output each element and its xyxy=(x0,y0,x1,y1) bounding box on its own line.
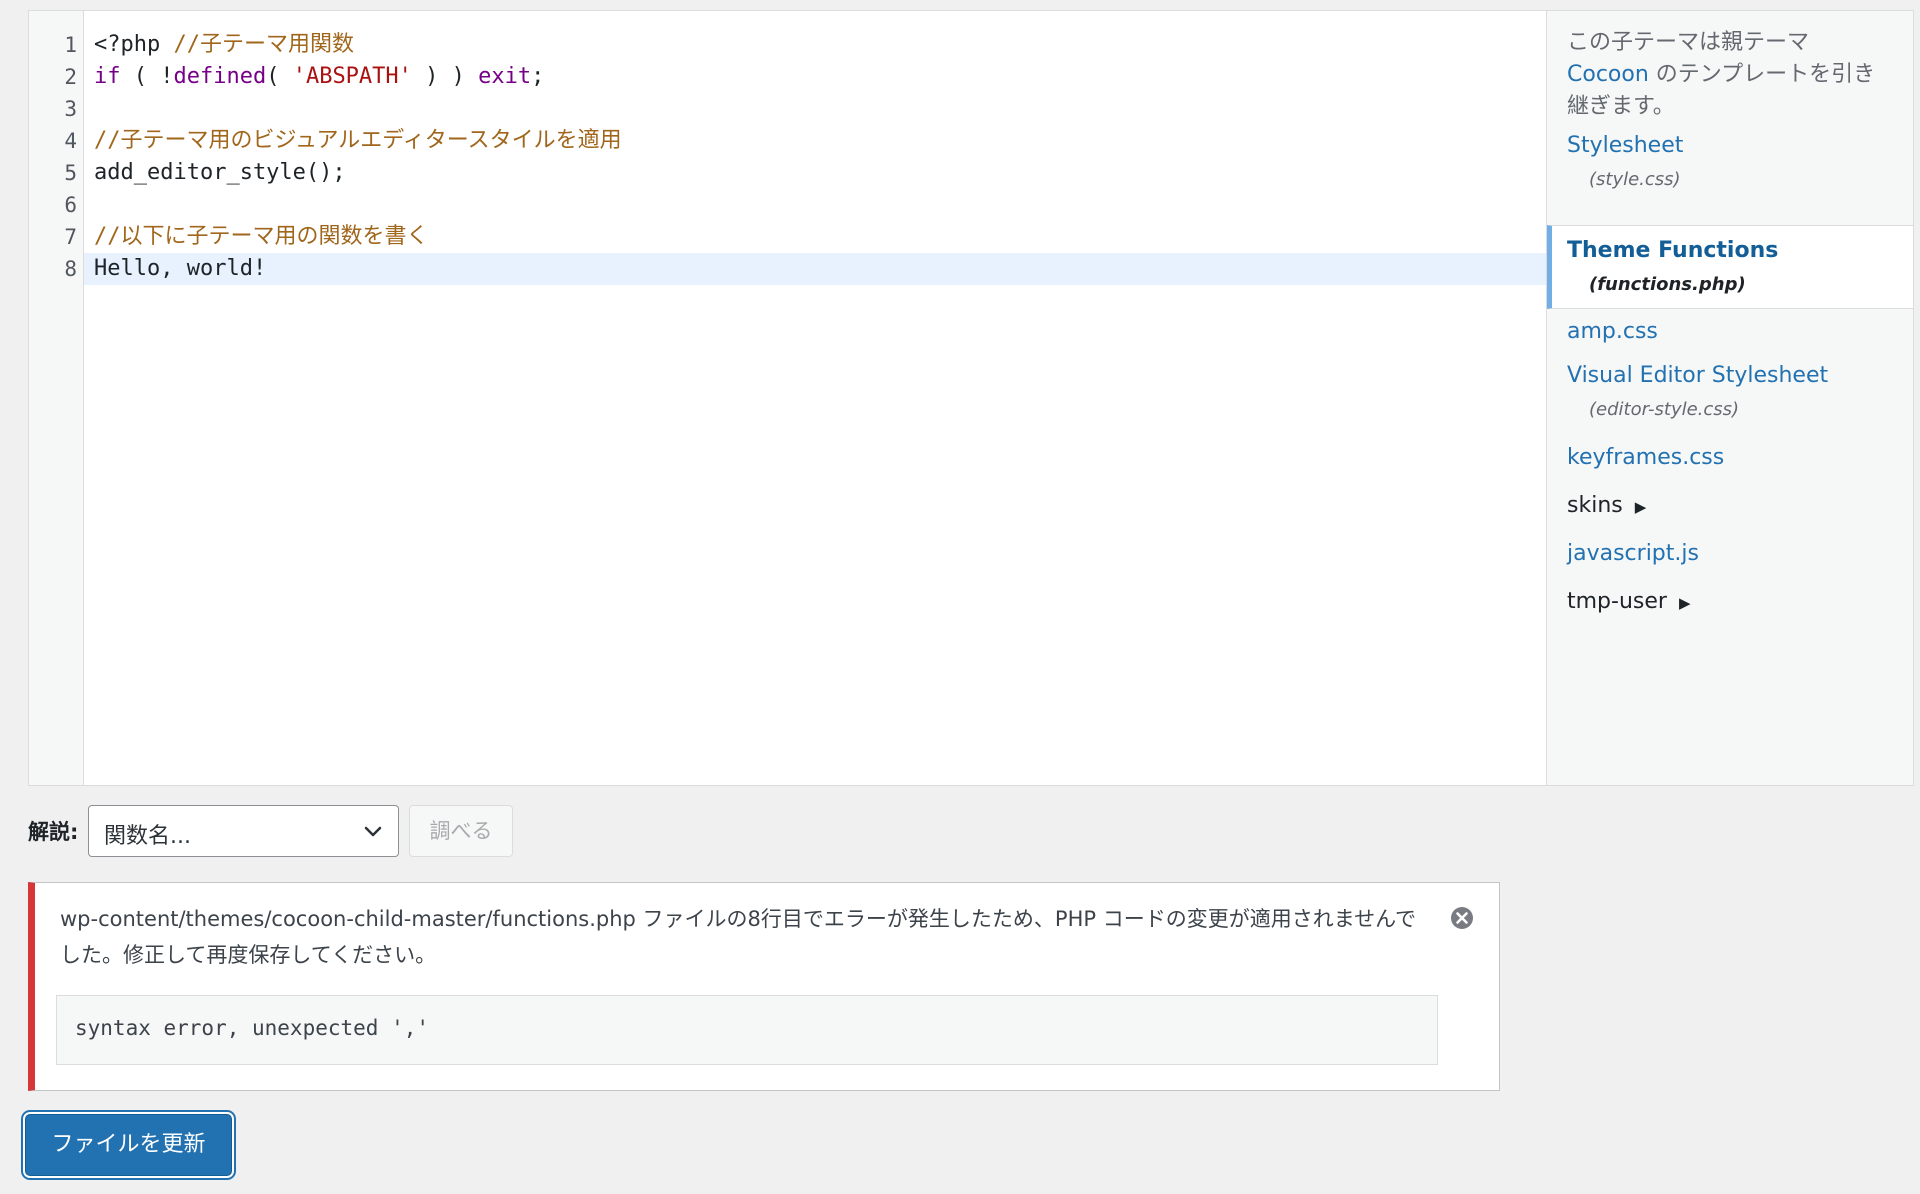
file-name[interactable]: amp.css xyxy=(1567,319,1658,344)
folder-item-tmp-user[interactable]: tmp-user ▶ xyxy=(1547,579,1913,623)
file-name[interactable]: Visual Editor Stylesheet xyxy=(1567,363,1828,388)
file-name[interactable]: Theme Functions xyxy=(1567,238,1778,263)
line-number: 3 xyxy=(64,97,77,121)
code-line-text: //子テーマ用のビジュアルエディタースタイルを適用 xyxy=(94,125,622,157)
code-line[interactable] xyxy=(84,93,1546,125)
code-token: <?php xyxy=(94,32,174,57)
file-path: (editor-style.css) xyxy=(1589,399,1740,420)
dismiss-notice-icon[interactable] xyxy=(1449,905,1475,931)
code-token: if xyxy=(94,64,121,89)
line-number: 2 xyxy=(64,65,77,89)
select-value: 関数名... xyxy=(104,824,191,849)
code-line[interactable]: //子テーマ用のビジュアルエディタースタイルを適用 xyxy=(84,125,1546,157)
file-item-javascript-js[interactable]: javascript.js xyxy=(1547,533,1913,575)
line-number: 8 xyxy=(64,257,77,281)
error-message: wp-content/themes/cocoon-child-master/fu… xyxy=(60,907,1417,967)
folder-name[interactable]: tmp-user xyxy=(1567,589,1667,614)
file-name[interactable]: javascript.js xyxy=(1567,541,1699,566)
chevron-down-icon xyxy=(364,826,382,837)
code-line[interactable]: add_editor_style(); xyxy=(84,157,1546,189)
line-number: 6 xyxy=(64,193,77,217)
line-number: 5 xyxy=(64,161,77,185)
code-editor[interactable]: <?php //子テーマ用関数 if ( !defined( 'ABSPATH' … xyxy=(84,11,1546,785)
theme-files-sidebar: この子テーマは親テーマ Cocoon のテンプレートを引き継ぎます。 Style… xyxy=(1546,11,1913,785)
file-path: (functions.php) xyxy=(1589,274,1746,295)
file-item-amp-css[interactable]: amp.css xyxy=(1547,311,1913,353)
code-token: ) ) xyxy=(411,64,479,89)
file-item-keyframes-css[interactable]: keyframes.css xyxy=(1547,437,1913,479)
inherit-note-text: この子テーマは親テーマ xyxy=(1567,30,1810,55)
code-token: ( xyxy=(266,64,293,89)
code-token: Hello, world! xyxy=(94,256,267,281)
update-file-button[interactable]: ファイルを更新 xyxy=(25,1114,232,1176)
line-number: 1 xyxy=(64,33,77,57)
folder-item-skins[interactable]: skins ▶ xyxy=(1547,485,1913,529)
code-token: //子テーマ用関数 xyxy=(173,32,354,57)
file-item-stylesheet[interactable]: Stylesheet (style.css) xyxy=(1547,123,1913,203)
caret-right-icon[interactable]: ▶ xyxy=(1635,498,1647,516)
line-number-gutter: 1 2 3 4 5 6 7 8 xyxy=(29,11,84,785)
code-line[interactable]: if ( !defined( 'ABSPATH' ) ) exit; xyxy=(84,61,1546,93)
code-line[interactable]: Hello, world! xyxy=(84,253,1546,285)
code-line[interactable] xyxy=(84,189,1546,221)
code-token: exit xyxy=(478,64,532,89)
line-number: 4 xyxy=(64,129,77,153)
parent-theme-link[interactable]: Cocoon xyxy=(1567,62,1649,87)
theme-file-editor: 12345678 <?php //子テーマ用関数 if ( !defined( '… xyxy=(28,10,1914,786)
code-line-text: //以下に子テーマ用の関数を書く xyxy=(94,221,429,253)
error-detail: syntax error, unexpected ',' xyxy=(75,1016,430,1040)
code-token: defined xyxy=(173,64,267,89)
code-line-text: add_editor_style(); xyxy=(94,157,346,189)
code-token: ( ! xyxy=(120,64,174,89)
code-token: //子テーマ用のビジュアルエディタースタイルを適用 xyxy=(94,128,622,153)
code-line-text: if ( !defined( 'ABSPATH' ) ) exit; xyxy=(94,61,544,93)
file-item-theme-functions[interactable]: Theme Functions (functions.php) xyxy=(1547,225,1913,309)
error-detail-box: syntax error, unexpected ',' xyxy=(56,995,1438,1065)
function-name-select[interactable]: 関数名... xyxy=(88,805,399,857)
code-line-text: Hello, world! xyxy=(94,253,266,285)
code-line-text: <?php //子テーマ用関数 xyxy=(94,29,354,61)
file-item-visual-editor-stylesheet[interactable]: Visual Editor Stylesheet (editor-style.c… xyxy=(1547,355,1913,435)
code-line[interactable]: <?php //子テーマ用関数 xyxy=(84,29,1546,61)
caret-right-icon[interactable]: ▶ xyxy=(1679,594,1691,612)
documentation-label: 解説: xyxy=(28,820,79,844)
code-token: //以下に子テーマ用の関数を書く xyxy=(94,224,429,249)
line-number: 7 xyxy=(64,225,77,249)
file-name[interactable]: Stylesheet xyxy=(1567,133,1683,158)
lookup-button[interactable]: 調べる xyxy=(409,805,513,857)
inherit-note: この子テーマは親テーマ Cocoon のテンプレートを引き継ぎます。 xyxy=(1567,27,1897,123)
error-notice: wp-content/themes/cocoon-child-master/fu… xyxy=(28,882,1500,1091)
code-token: 'ABSPATH' xyxy=(292,64,412,89)
code-token: ; xyxy=(531,64,545,89)
folder-name[interactable]: skins xyxy=(1567,493,1623,518)
code-line[interactable]: //以下に子テーマ用の関数を書く xyxy=(84,221,1546,253)
file-path: (style.css) xyxy=(1589,169,1681,190)
file-name[interactable]: keyframes.css xyxy=(1567,445,1724,470)
code-token: add_editor_style(); xyxy=(94,160,346,185)
